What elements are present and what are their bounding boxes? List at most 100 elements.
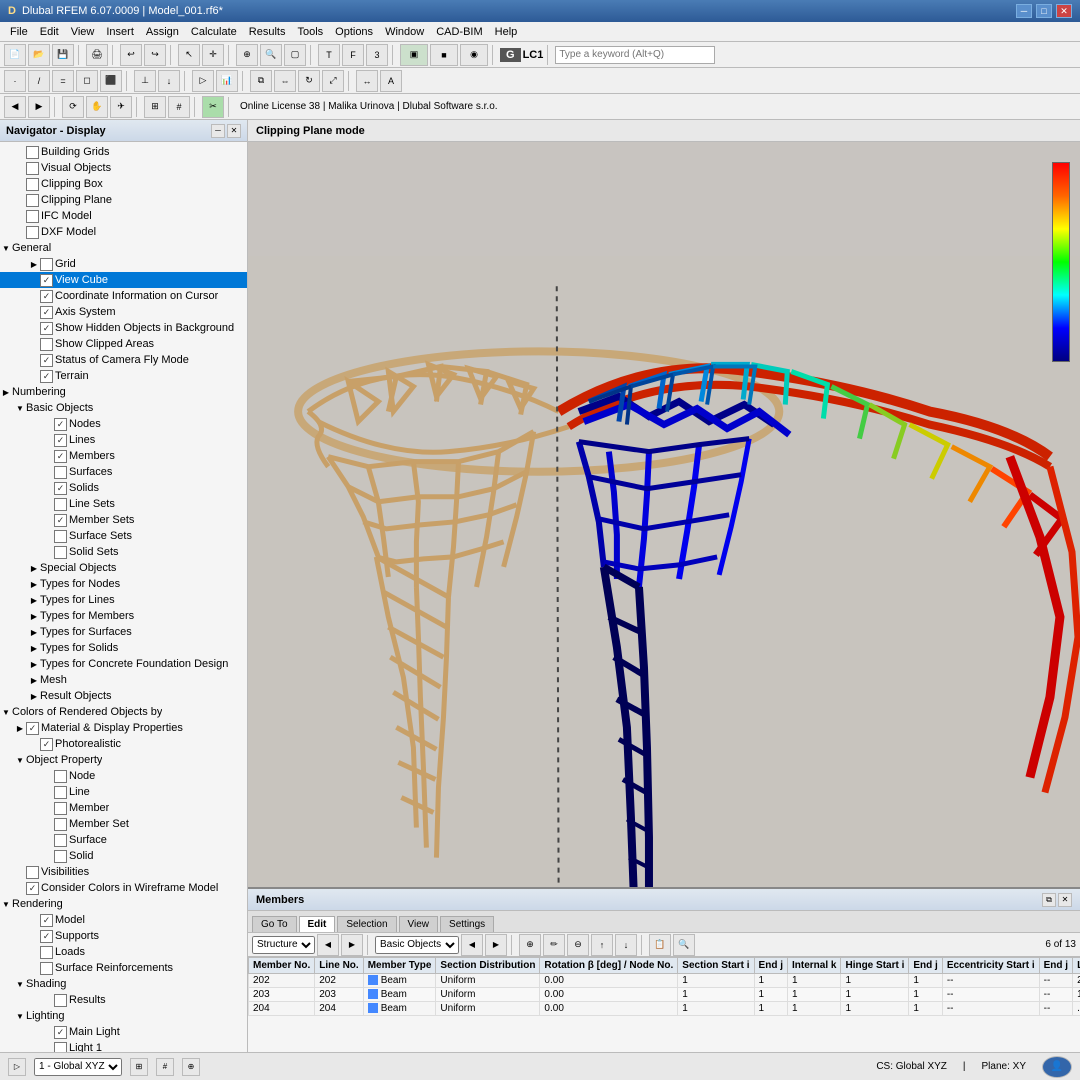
nav-item-clipping-box[interactable]: Clipping Box [0, 176, 247, 192]
nav-item-solids[interactable]: Solids [0, 480, 247, 496]
nav-item-basic-objects[interactable]: ▼ Basic Objects [0, 400, 247, 416]
menu-window[interactable]: Window [379, 24, 430, 40]
nav-item-ifc-model[interactable]: IFC Model [0, 208, 247, 224]
nav-item-numbering[interactable]: ▶ Numbering [0, 384, 247, 400]
table-btn-5[interactable]: ↓ [615, 934, 637, 956]
wireframe-btn[interactable]: ▣ [400, 44, 428, 66]
nav-item-types-lines[interactable]: ▶ Types for Lines [0, 592, 247, 608]
tab-selection[interactable]: Selection [337, 916, 396, 932]
tree-checkbox[interactable] [54, 802, 67, 815]
tree-checkbox[interactable] [40, 930, 53, 943]
tree-checkbox[interactable] [40, 258, 53, 271]
table-row[interactable]: 202 202 Beam Uniform 0.00 1 1 1 1 1 -- -… [249, 974, 1080, 988]
tree-checkbox[interactable] [40, 946, 53, 959]
filter-next[interactable]: ▶ [341, 934, 363, 956]
zoom-window-btn[interactable]: ▢ [284, 44, 306, 66]
nav-item-dxf-model[interactable]: DXF Model [0, 224, 247, 240]
coord-system-select[interactable]: 1 - Global XYZ [34, 1058, 122, 1076]
nav-item-nodes[interactable]: Nodes [0, 416, 247, 432]
filter-type-select[interactable]: Structure [252, 936, 315, 954]
nav-item-building-grids[interactable]: Building Grids [0, 144, 247, 160]
tree-checkbox[interactable] [40, 354, 53, 367]
tree-checkbox[interactable] [40, 738, 53, 751]
menu-results[interactable]: Results [243, 24, 292, 40]
nav-item-lighting[interactable]: ▼ Lighting [0, 1008, 247, 1024]
tree-checkbox[interactable] [26, 178, 39, 191]
nav-item-lines[interactable]: Lines [0, 432, 247, 448]
tree-checkbox[interactable] [40, 370, 53, 383]
nav-item-surface-reinforcements[interactable]: Surface Reinforcements [0, 960, 247, 976]
nav-item-clipping-plane[interactable]: Clipping Plane [0, 192, 247, 208]
tree-checkbox[interactable] [26, 210, 39, 223]
nav-item-member-set[interactable]: Member Set [0, 816, 247, 832]
render-btn[interactable]: ◉ [460, 44, 488, 66]
nav-item-loads[interactable]: Loads [0, 944, 247, 960]
nav-item-solid[interactable]: Solid [0, 848, 247, 864]
tree-checkbox[interactable] [40, 338, 53, 351]
nav-item-line-sets[interactable]: Line Sets [0, 496, 247, 512]
menu-calculate[interactable]: Calculate [185, 24, 243, 40]
menu-edit[interactable]: Edit [34, 24, 65, 40]
nav-item-surfaces[interactable]: Surfaces [0, 464, 247, 480]
nav-item-view-cube[interactable]: View Cube [0, 272, 247, 288]
nav-item-types-surfaces[interactable]: ▶ Types for Surfaces [0, 624, 247, 640]
tree-checkbox[interactable] [26, 866, 39, 879]
nav-item-members[interactable]: Members [0, 448, 247, 464]
redo-btn[interactable]: ↪ [144, 44, 166, 66]
nav-item-model[interactable]: Model [0, 912, 247, 928]
copy-btn[interactable]: ⧉ [250, 70, 272, 92]
maximize-btn[interactable]: □ [1036, 4, 1052, 18]
nav-item-general[interactable]: ▼ General [0, 240, 247, 256]
search-input[interactable] [555, 46, 715, 64]
window-controls[interactable]: ─ □ ✕ [1016, 4, 1072, 18]
nav-item-result-objects[interactable]: ▶ Result Objects [0, 688, 247, 704]
filter-prev[interactable]: ◀ [317, 934, 339, 956]
tree-checkbox[interactable] [26, 226, 39, 239]
nav-item-types-nodes[interactable]: ▶ Types for Nodes [0, 576, 247, 592]
tab-settings[interactable]: Settings [440, 916, 494, 932]
menu-view[interactable]: View [65, 24, 101, 40]
nav-item-member-sets[interactable]: Member Sets [0, 512, 247, 528]
table-btn-7[interactable]: 🔍 [673, 934, 695, 956]
pan-btn[interactable]: ✋ [86, 96, 108, 118]
nav-item-terrain[interactable]: Terrain [0, 368, 247, 384]
bottom-float-btn[interactable]: ⧉ [1042, 893, 1056, 907]
calc-btn[interactable]: ▷ [192, 70, 214, 92]
nav-item-consider-colors[interactable]: Consider Colors in Wireframe Model [0, 880, 247, 896]
undo-btn[interactable]: ↩ [120, 44, 142, 66]
grid-toggle[interactable]: # [156, 1058, 174, 1076]
table-btn-1[interactable]: ⊕ [519, 934, 541, 956]
menu-assign[interactable]: Assign [140, 24, 185, 40]
surface-tool[interactable]: ◻ [76, 70, 98, 92]
table-btn-3[interactable]: ⊖ [567, 934, 589, 956]
nav-item-supports[interactable]: Supports [0, 928, 247, 944]
tree-checkbox[interactable] [54, 994, 67, 1007]
solid-btn[interactable]: ■ [430, 44, 458, 66]
nav-item-shading[interactable]: ▼ Shading [0, 976, 247, 992]
tree-checkbox[interactable] [54, 482, 67, 495]
view-front-btn[interactable]: F [342, 44, 364, 66]
close-btn[interactable]: ✕ [1056, 4, 1072, 18]
save-btn[interactable]: 💾 [52, 44, 74, 66]
nav-item-grid[interactable]: ▶ Grid [0, 256, 247, 272]
tab-goto[interactable]: Go To [252, 916, 297, 932]
nav-item-material-display[interactable]: ▶ Material & Display Properties [0, 720, 247, 736]
scale-tool[interactable]: ⤢ [322, 70, 344, 92]
mirror-btn[interactable]: ⇔ [274, 70, 296, 92]
menu-cad-bim[interactable]: CAD-BIM [430, 24, 488, 40]
table-btn-2[interactable]: ✏ [543, 934, 565, 956]
view-3d-btn[interactable]: 3 [366, 44, 388, 66]
line-tool[interactable]: / [28, 70, 50, 92]
nav-item-show-clipped[interactable]: Show Clipped Areas [0, 336, 247, 352]
new-btn[interactable]: 📄 [4, 44, 26, 66]
tree-checkbox[interactable] [26, 146, 39, 159]
nav-item-object-property[interactable]: ▼ Object Property [0, 752, 247, 768]
tree-checkbox[interactable] [54, 450, 67, 463]
menu-tools[interactable]: Tools [291, 24, 329, 40]
menu-insert[interactable]: Insert [100, 24, 140, 40]
viewport[interactable]: Clipping Plane mode [248, 120, 1080, 1052]
nav-item-results-shading[interactable]: Results [0, 992, 247, 1008]
orbit-btn[interactable]: ⟳ [62, 96, 84, 118]
tree-checkbox[interactable] [54, 530, 67, 543]
tree-checkbox[interactable] [54, 786, 67, 799]
